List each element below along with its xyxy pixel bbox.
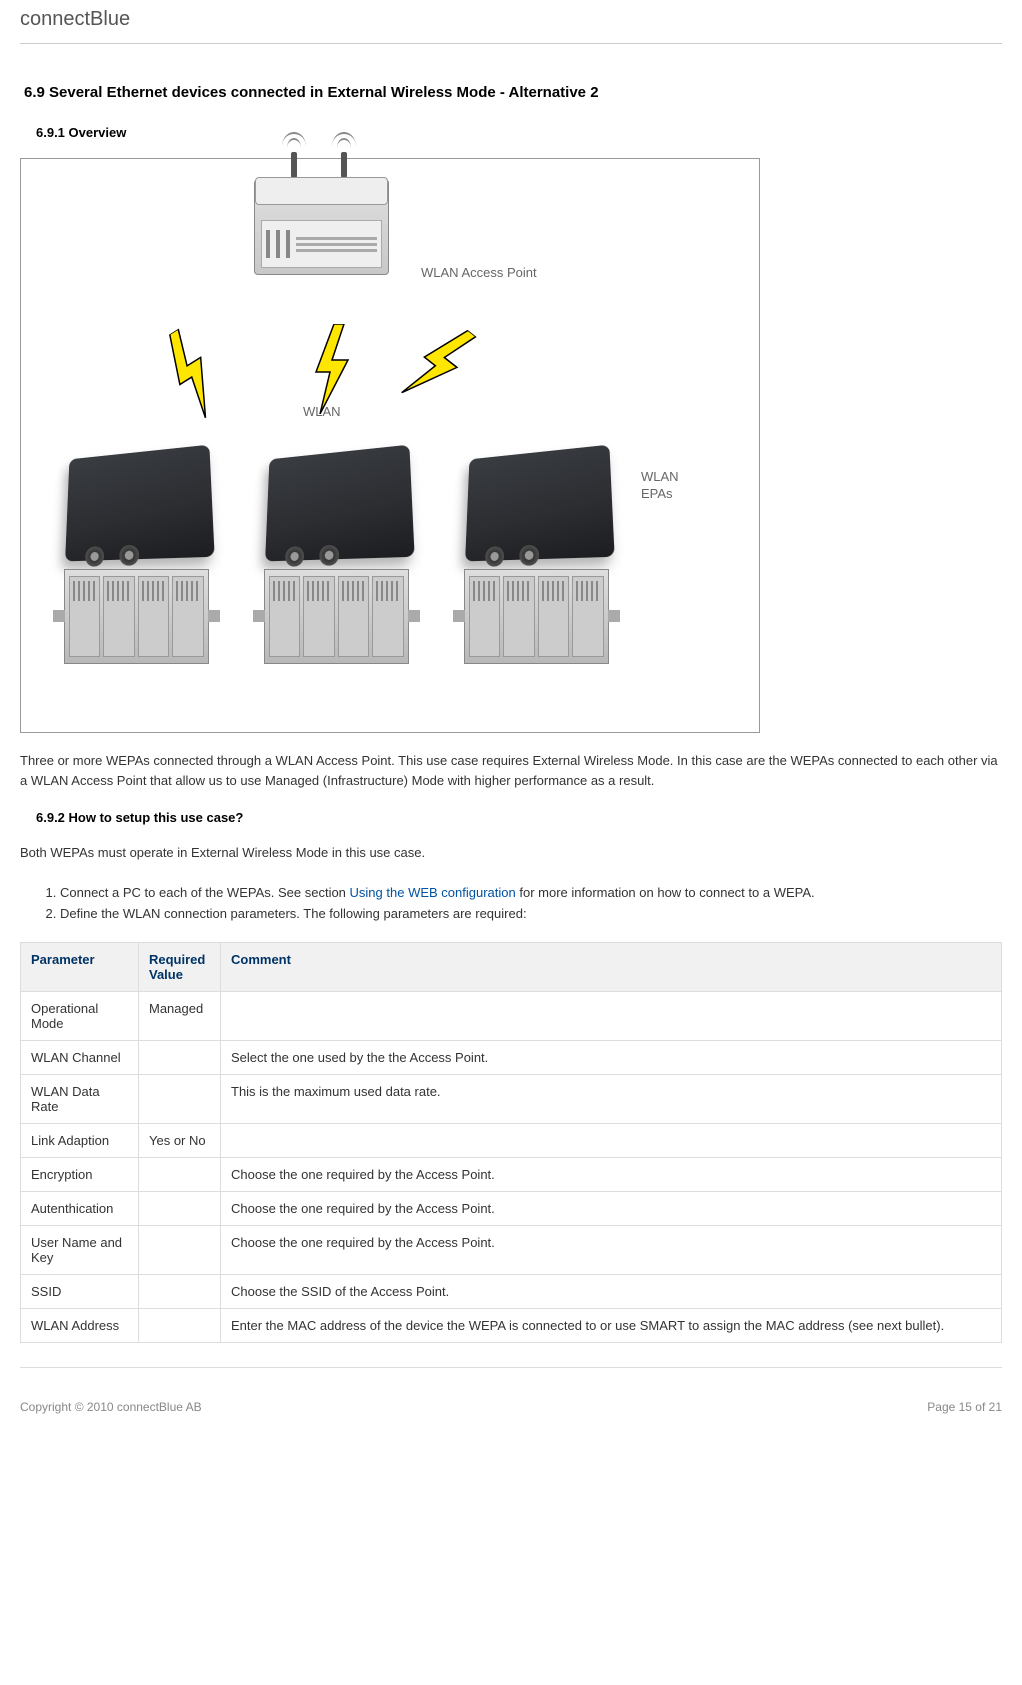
table-row: Autenthication Choose the one required by… (21, 1191, 1002, 1225)
diagram-ap-label: WLAN Access Point (421, 265, 537, 280)
table-cell: Autenthication (21, 1191, 139, 1225)
table-cell (139, 1225, 221, 1274)
table-row: WLAN Channel Select the one used by the t… (21, 1040, 1002, 1074)
table-cell (221, 991, 1002, 1040)
table-cell (139, 1308, 221, 1342)
overview-paragraph: Three or more WEPAs connected through a … (20, 751, 1002, 790)
table-cell (139, 1191, 221, 1225)
table-cell (139, 1157, 221, 1191)
table-header-parameter: Parameter (21, 942, 139, 991)
list-item: Define the WLAN connection parameters. T… (60, 904, 1002, 924)
table-cell: Operational Mode (21, 991, 139, 1040)
table-cell: Choose the one required by the Access Po… (221, 1191, 1002, 1225)
wepa-unit-icon (451, 449, 621, 664)
footer-divider (20, 1367, 1002, 1368)
access-point-icon (246, 179, 396, 275)
table-cell: Yes or No (139, 1123, 221, 1157)
page-footer: Copyright © 2010 connectBlue AB Page 15 … (20, 1400, 1002, 1434)
page-number: Page 15 of 21 (927, 1400, 1002, 1414)
wepa-unit-icon (51, 449, 221, 664)
table-row: WLAN Data Rate This is the maximum used d… (21, 1074, 1002, 1123)
howto-heading: 6.9.2 How to setup this use case? (36, 810, 1002, 825)
table-row: Encryption Choose the one required by the… (21, 1157, 1002, 1191)
table-cell (221, 1123, 1002, 1157)
overview-heading: 6.9.1 Overview (36, 125, 1002, 140)
table-row: User Name and Key Choose the one required… (21, 1225, 1002, 1274)
table-cell: Managed (139, 991, 221, 1040)
table-cell: This is the maximum used data rate. (221, 1074, 1002, 1123)
overview-diagram: WLAN Access Point WLAN WLAN EPAs (20, 158, 760, 733)
table-cell: SSID (21, 1274, 139, 1308)
table-cell: WLAN Data Rate (21, 1074, 139, 1123)
table-cell: Choose the one required by the Access Po… (221, 1157, 1002, 1191)
table-row: SSID Choose the SSID of the Access Point. (21, 1274, 1002, 1308)
brand-title: connectBlue (20, 8, 1002, 31)
table-row: Link AdaptionYes or No (21, 1123, 1002, 1157)
table-cell (139, 1274, 221, 1308)
page-header: connectBlue (20, 0, 1002, 44)
table-cell: User Name and Key (21, 1225, 139, 1274)
lightning-icon (391, 313, 486, 415)
web-config-link[interactable]: Using the WEB configuration (350, 885, 516, 900)
table-row: WLAN Address Enter the MAC address of the… (21, 1308, 1002, 1342)
howto-intro: Both WEPAs must operate in External Wire… (20, 843, 1002, 863)
table-cell: Enter the MAC address of the device the … (221, 1308, 1002, 1342)
section-heading: 6.9 Several Ethernet devices connected i… (24, 84, 1002, 101)
diagram-wlan-label: WLAN (303, 404, 341, 419)
table-cell (139, 1040, 221, 1074)
copyright-text: Copyright © 2010 connectBlue AB (20, 1400, 202, 1414)
table-header-comment: Comment (221, 942, 1002, 991)
table-cell: WLAN Address (21, 1308, 139, 1342)
table-cell: Choose the one required by the Access Po… (221, 1225, 1002, 1274)
table-cell: Link Adaption (21, 1123, 139, 1157)
table-cell: WLAN Channel (21, 1040, 139, 1074)
table-cell (139, 1074, 221, 1123)
list-item: Connect a PC to each of the WEPAs. See s… (60, 883, 1002, 903)
table-cell: Encryption (21, 1157, 139, 1191)
table-row: Operational ModeManaged (21, 991, 1002, 1040)
wepa-unit-icon (251, 449, 421, 664)
diagram-epa-label: WLAN EPAs (641, 469, 679, 503)
parameters-table: Parameter Required Value Comment Operati… (20, 942, 1002, 1343)
table-cell: Choose the SSID of the Access Point. (221, 1274, 1002, 1308)
setup-steps-list: Connect a PC to each of the WEPAs. See s… (60, 883, 1002, 924)
lightning-icon (306, 324, 356, 414)
lightning-icon (146, 323, 236, 426)
table-cell: Select the one used by the the Access Po… (221, 1040, 1002, 1074)
table-header-value: Required Value (139, 942, 221, 991)
